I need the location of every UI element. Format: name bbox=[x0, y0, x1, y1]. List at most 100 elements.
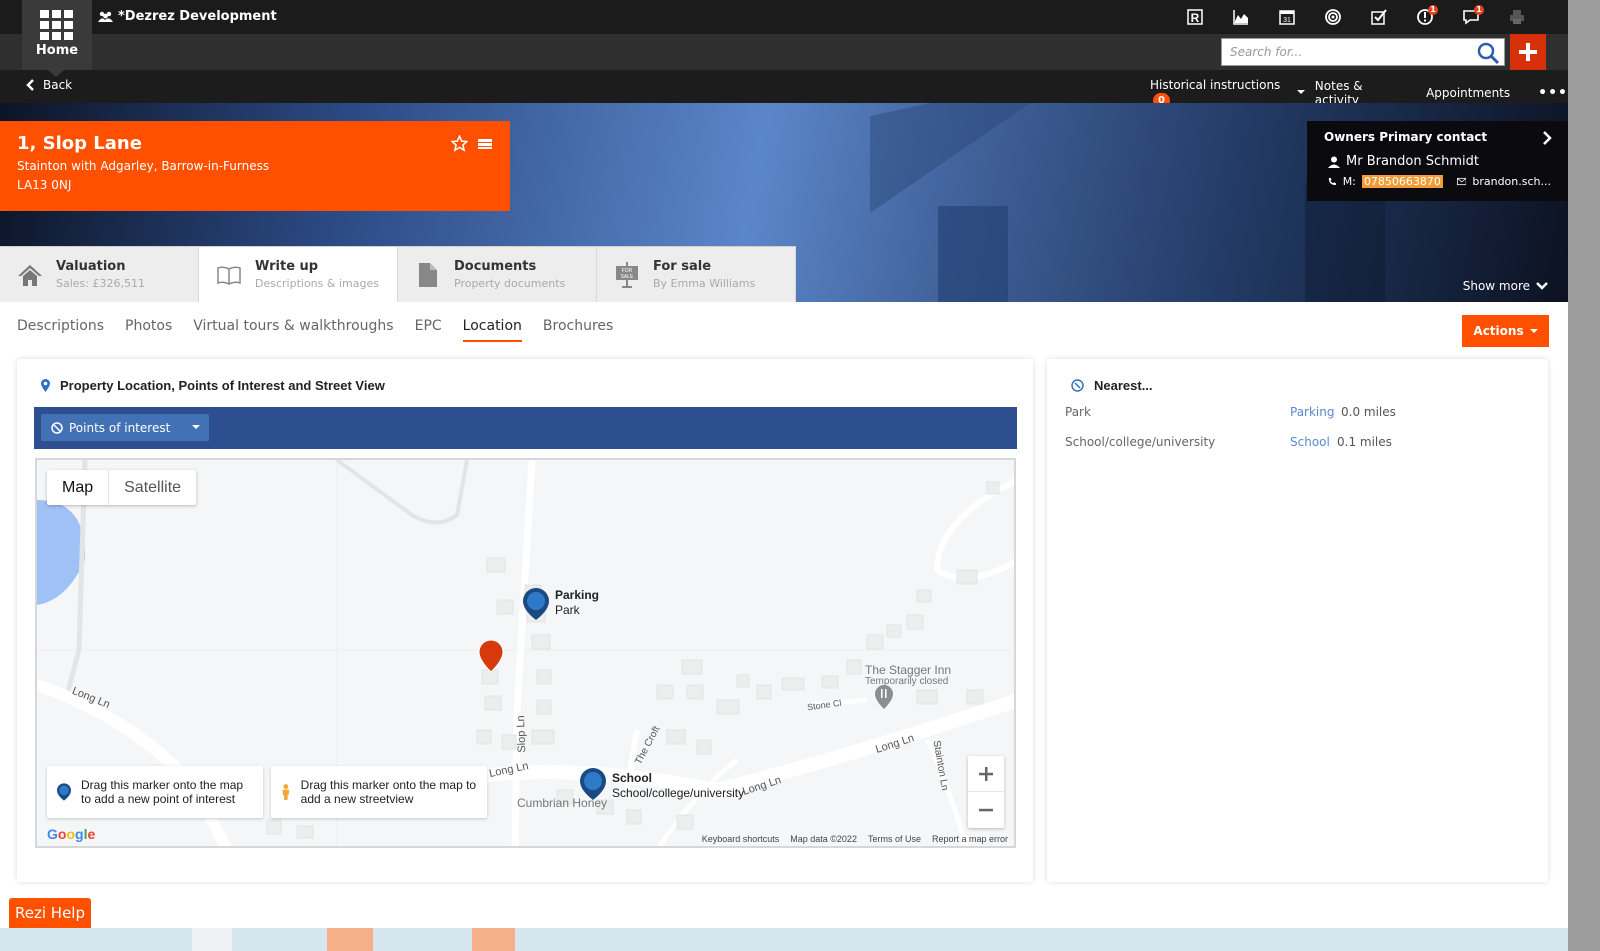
google-logo: Google bbox=[47, 826, 96, 842]
school-marker-label: School School/college/university bbox=[612, 771, 745, 800]
search-box bbox=[1221, 38, 1505, 66]
tab-for-sale[interactable]: FOR SALE For sale By Emma Williams bbox=[597, 246, 796, 302]
email-icon bbox=[1456, 177, 1467, 186]
apps-grid-icon bbox=[40, 10, 73, 40]
chevron-left-icon bbox=[26, 79, 34, 91]
location-panel-title: Property Location, Points of Interest an… bbox=[60, 378, 385, 393]
poi-toolbar: Points of interest bbox=[34, 407, 1017, 449]
map-pin-icon bbox=[41, 379, 50, 392]
zoom-out-button[interactable] bbox=[968, 792, 1004, 828]
caret-down-icon bbox=[1529, 329, 1538, 333]
report-error-link[interactable]: Report a map error bbox=[932, 834, 1008, 844]
subtab-brochures[interactable]: Brochures bbox=[543, 318, 613, 342]
book-icon bbox=[217, 265, 241, 285]
star-icon[interactable] bbox=[451, 135, 468, 152]
nearest-place-link[interactable]: School bbox=[1290, 435, 1330, 449]
tasks-checkbox-icon[interactable] bbox=[1356, 0, 1402, 34]
plus-icon bbox=[1519, 43, 1537, 61]
nearest-panel: Nearest... Park Parking 0.0 miles School… bbox=[1047, 359, 1548, 882]
map-type-control: Map Satellite bbox=[47, 470, 197, 505]
property-marker bbox=[478, 639, 504, 673]
brand: *Dezrez Development bbox=[98, 9, 277, 24]
map[interactable]: Map Satellite Parking Park School School/c… bbox=[35, 458, 1016, 848]
more-options-icon[interactable]: ••• bbox=[1538, 85, 1568, 101]
subtab-location[interactable]: Location bbox=[462, 318, 522, 342]
appointments-link[interactable]: Appointments bbox=[1426, 86, 1510, 100]
map-type-satellite[interactable]: Satellite bbox=[109, 470, 196, 505]
drag-streetview-card[interactable]: Drag this marker onto the map to add a n… bbox=[271, 766, 487, 818]
map-type-map[interactable]: Map bbox=[47, 470, 110, 505]
zoom-in-button[interactable] bbox=[968, 756, 1004, 792]
minus-icon bbox=[979, 808, 993, 812]
cumbrian-honey-label: Cumbrian Honey bbox=[517, 796, 608, 810]
contact-email[interactable]: brandon.sch... bbox=[1472, 175, 1551, 188]
poi-marker-icon bbox=[57, 783, 71, 801]
svg-text:31: 31 bbox=[1283, 17, 1291, 24]
group-icon bbox=[98, 11, 113, 22]
target-icon[interactable] bbox=[1310, 0, 1356, 34]
search-icon[interactable] bbox=[1476, 41, 1500, 65]
chart-icon[interactable] bbox=[1218, 0, 1264, 34]
sub-tabs: Descriptions Photos Virtual tours & walk… bbox=[17, 318, 613, 342]
tab-write-up[interactable]: Write up Descriptions & images bbox=[199, 246, 398, 302]
back-label: Back bbox=[43, 78, 73, 92]
pegman-icon bbox=[282, 784, 289, 800]
calendar-icon[interactable]: 31 bbox=[1264, 0, 1310, 34]
subtab-epc[interactable]: EPC bbox=[415, 318, 442, 342]
subtab-virtual-tours[interactable]: Virtual tours & walkthroughs bbox=[193, 318, 393, 342]
menu-icon[interactable] bbox=[478, 138, 492, 150]
points-of-interest-dropdown[interactable]: Points of interest bbox=[41, 414, 209, 441]
zoom-control bbox=[968, 756, 1004, 828]
printer-icon[interactable] bbox=[1494, 0, 1540, 34]
search-input[interactable] bbox=[1222, 39, 1462, 65]
page-scrollbar[interactable] bbox=[1568, 0, 1600, 951]
home-label: Home bbox=[35, 43, 79, 58]
caret-down-icon[interactable] bbox=[1296, 90, 1305, 94]
chat-badge: 1 bbox=[1474, 5, 1484, 15]
sub-bar: Back Historical instructions0 Notes & ac… bbox=[0, 70, 1568, 108]
show-more-toggle[interactable]: Show more bbox=[1463, 279, 1548, 293]
parking-marker-label: Parking Park bbox=[555, 588, 600, 617]
rezi-help-button[interactable]: Rezi Help bbox=[9, 898, 91, 928]
contact-name: Mr Brandon Schmidt bbox=[1346, 154, 1480, 169]
main-nav: Dashboards Properties People Marketing bbox=[0, 34, 1568, 94]
phone-prefix: M: bbox=[1342, 175, 1356, 188]
nearest-place-link[interactable]: Parking bbox=[1290, 405, 1335, 419]
alert-icon[interactable]: 1 bbox=[1402, 0, 1448, 34]
back-link[interactable]: Back bbox=[26, 78, 72, 92]
subtab-photos[interactable]: Photos bbox=[125, 318, 172, 342]
map-data-label: Map data ©2022 bbox=[790, 834, 857, 844]
terms-link[interactable]: Terms of Use bbox=[868, 834, 921, 844]
property-title: 1, Slop Lane bbox=[17, 133, 142, 154]
phone-number[interactable]: 07850663870 bbox=[1361, 175, 1443, 188]
actions-button[interactable]: Actions bbox=[1462, 315, 1549, 347]
map-footer: Keyboard shortcuts Map data ©2022 Terms … bbox=[702, 834, 1008, 844]
chevron-down-icon bbox=[1536, 282, 1548, 290]
person-icon bbox=[1328, 156, 1340, 168]
rezi-r-icon[interactable]: R bbox=[1172, 0, 1218, 34]
brand-name: *Dezrez Development bbox=[118, 9, 277, 24]
drag-poi-marker-card[interactable]: Drag this marker onto the map to add a n… bbox=[47, 766, 263, 818]
compass-icon bbox=[51, 421, 63, 434]
house-icon bbox=[18, 264, 42, 286]
restaurant-marker bbox=[875, 685, 893, 709]
tab-valuation[interactable]: Valuation Sales: £326,511 bbox=[0, 246, 199, 302]
document-icon bbox=[419, 262, 437, 287]
plus-icon bbox=[979, 766, 993, 781]
nearest-title: Nearest... bbox=[1094, 378, 1153, 393]
location-panel: Property Location, Points of Interest an… bbox=[17, 359, 1033, 882]
top-icons: R 31 1 1 bbox=[1172, 0, 1540, 34]
home-nav[interactable]: Home bbox=[22, 0, 92, 70]
stagger-inn-label: The Stagger Inn Temporarily closed bbox=[865, 663, 952, 687]
chevron-right-icon[interactable] bbox=[1542, 131, 1552, 145]
for-sale-sign-icon: FORSALE bbox=[616, 261, 638, 288]
phone-icon bbox=[1328, 177, 1336, 186]
contact-heading: Owners Primary contact bbox=[1324, 130, 1488, 144]
alert-badge: 1 bbox=[1428, 5, 1438, 15]
chat-icon[interactable]: 1 bbox=[1448, 0, 1494, 34]
house-door-decoration bbox=[938, 206, 1008, 302]
tab-documents[interactable]: Documents Property documents bbox=[398, 246, 597, 302]
subtab-descriptions[interactable]: Descriptions bbox=[17, 318, 104, 342]
keyboard-shortcuts-link[interactable]: Keyboard shortcuts bbox=[702, 834, 780, 844]
add-button[interactable] bbox=[1510, 34, 1546, 70]
